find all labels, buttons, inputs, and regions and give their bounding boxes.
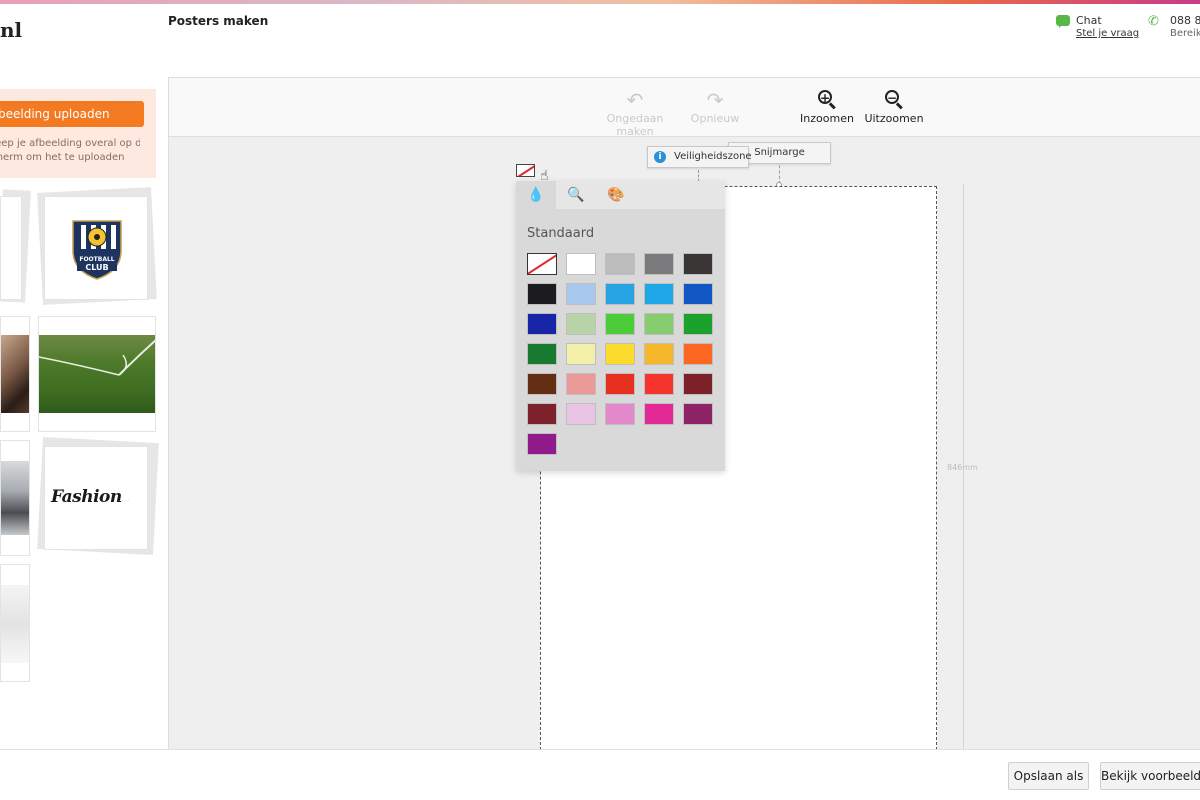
- color-swatch[interactable]: [644, 283, 674, 305]
- color-swatch[interactable]: [527, 373, 557, 395]
- preview-button[interactable]: Bekijk voorbeeld: [1100, 762, 1200, 790]
- phone-availability: Bereik: [1170, 28, 1200, 39]
- upload-hint-line: Sleep je afbeelding overal op dit: [0, 138, 140, 149]
- upload-panel: Afbeelding uploaden Sleep je afbeelding …: [0, 89, 156, 178]
- redo-label: Opnieuw: [690, 112, 740, 125]
- color-picker-tabs: 💧 🔍 🎨: [516, 181, 725, 209]
- background-color-swatch-button[interactable]: [516, 164, 535, 177]
- image-thumbnail[interactable]: [38, 316, 156, 432]
- zoom-out-button[interactable]: − Uitzoomen: [864, 88, 924, 125]
- color-swatch[interactable]: [605, 343, 635, 365]
- color-swatch[interactable]: [566, 343, 596, 365]
- color-swatch[interactable]: [605, 283, 635, 305]
- color-swatch[interactable]: [683, 403, 713, 425]
- color-swatch[interactable]: [683, 253, 713, 275]
- upload-hint: Sleep je afbeelding overal op dit scherm…: [0, 137, 140, 165]
- color-swatch[interactable]: [566, 253, 596, 275]
- chat-link[interactable]: Stel je vraag: [1076, 28, 1139, 39]
- redo-icon: ↷: [706, 88, 724, 112]
- color-swatch[interactable]: [527, 343, 557, 365]
- header: nl Posters maken Chat Stel je vraag ✆ 08…: [0, 4, 1200, 76]
- undo-icon: ↶: [626, 88, 644, 112]
- safety-zone-label: Veiligheidszone: [674, 151, 752, 162]
- palette-icon: 🎨: [607, 187, 625, 203]
- undo-button[interactable]: ↶ Ongedaan maken: [590, 88, 680, 138]
- color-swatch[interactable]: [644, 373, 674, 395]
- save-as-button[interactable]: Opslaan als: [1008, 762, 1089, 790]
- color-swatch[interactable]: [683, 283, 713, 305]
- tab-fill[interactable]: 💧: [516, 181, 556, 209]
- editor-toolbar: ↶ Ongedaan maken ↷ Opnieuw + Inzoomen − …: [169, 78, 1200, 138]
- color-swatch[interactable]: [527, 433, 557, 455]
- footer-bar: Opslaan als Bekijk voorbeeld: [0, 749, 1200, 800]
- tab-zoom[interactable]: 🔍: [556, 181, 596, 209]
- chat-label: Chat: [1076, 14, 1102, 27]
- color-swatch[interactable]: [605, 253, 635, 275]
- color-swatch[interactable]: [605, 403, 635, 425]
- photo-light: [1, 585, 29, 663]
- color-swatch[interactable]: [644, 253, 674, 275]
- football-club-logo: FOOTBALL CLUB: [72, 220, 122, 280]
- image-thumbnail[interactable]: [0, 564, 30, 682]
- color-swatch[interactable]: [527, 283, 557, 305]
- site-logo[interactable]: nl: [0, 18, 22, 42]
- color-swatch[interactable]: [683, 373, 713, 395]
- color-swatch[interactable]: [605, 313, 635, 335]
- photo-football-field: [39, 335, 155, 413]
- color-swatch[interactable]: [683, 313, 713, 335]
- zoom-in-label: Inzoomen: [800, 112, 854, 125]
- phone-widget[interactable]: ✆ 088 88 Bereik: [1148, 14, 1200, 48]
- color-swatch[interactable]: [566, 373, 596, 395]
- field-lines: [39, 339, 155, 376]
- color-swatch[interactable]: [527, 403, 557, 425]
- image-thumbnail[interactable]: [0, 316, 30, 432]
- zoom-in-icon: +: [818, 88, 836, 110]
- zoom-in-button[interactable]: + Inzoomen: [800, 88, 854, 125]
- fashion-logo-text: Fashion: [51, 487, 122, 507]
- color-swatch[interactable]: [683, 343, 713, 365]
- photo-fashion: [1, 461, 29, 535]
- color-swatch[interactable]: [644, 343, 674, 365]
- tab-palette[interactable]: 🎨: [596, 181, 636, 209]
- badge-text: CLUB: [85, 263, 108, 272]
- fashion-thumbnail[interactable]: Fashion · · · · ·: [44, 446, 148, 550]
- fashion-logo-subtext: · · · · ·: [115, 498, 130, 504]
- zoom-out-label: Uitzoomen: [864, 112, 924, 125]
- color-swatch[interactable]: [566, 313, 596, 335]
- page-title: Posters maken: [168, 14, 269, 28]
- upload-image-button[interactable]: Afbeelding uploaden: [0, 101, 144, 127]
- undo-label: Ongedaan maken: [606, 112, 664, 138]
- photo-people: [1, 335, 29, 413]
- zoom-out-icon: −: [885, 88, 903, 110]
- color-swatch[interactable]: [605, 373, 635, 395]
- height-dimension-label: 846mm: [947, 463, 978, 472]
- zoom-icon: 🔍: [567, 187, 585, 203]
- fill-drop-icon: 💧: [527, 187, 545, 203]
- color-swatch[interactable]: [566, 403, 596, 425]
- palette-heading: Standaard: [527, 226, 595, 241]
- color-swatch[interactable]: [644, 313, 674, 335]
- image-thumbnail[interactable]: [0, 440, 30, 556]
- phone-number: 088 88: [1170, 14, 1200, 27]
- football-club-thumbnail[interactable]: FOOTBALL CLUB: [44, 196, 148, 300]
- color-swatch[interactable]: [644, 403, 674, 425]
- redo-button[interactable]: ↷ Opnieuw: [685, 88, 745, 125]
- color-swatch[interactable]: [566, 283, 596, 305]
- badge-text: FOOTBALL: [79, 256, 114, 263]
- upload-hint-line: scherm om het te uploaden: [0, 152, 125, 163]
- color-picker-popup: 💧 🔍 🎨 Standaard: [516, 181, 725, 471]
- color-swatch[interactable]: [527, 313, 557, 335]
- chat-bubble-icon: [1056, 15, 1070, 28]
- safety-zone-tag[interactable]: i Veiligheidszone: [647, 146, 752, 168]
- info-icon: i: [654, 151, 666, 163]
- no-color-swatch[interactable]: [527, 253, 557, 275]
- cut-margin-label: Snijmarge: [754, 147, 805, 158]
- image-thumbnail[interactable]: [0, 196, 22, 300]
- phone-icon: ✆: [1148, 14, 1159, 29]
